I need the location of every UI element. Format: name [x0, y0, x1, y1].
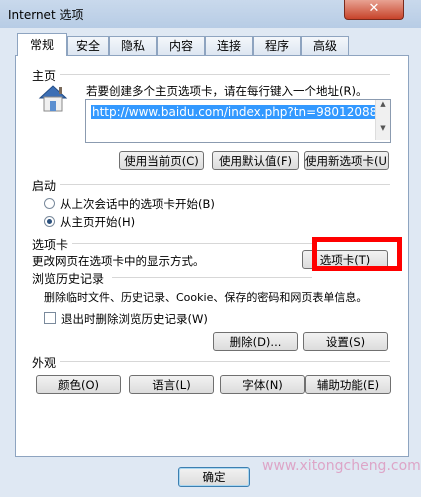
- close-button[interactable]: ✕: [344, 0, 404, 20]
- homepage-url-text: http://www.baidu.com/index.php?tn=980120…: [91, 105, 379, 119]
- divider: [112, 277, 312, 278]
- use-current-button[interactable]: 使用当前页(C): [119, 151, 204, 170]
- use-new-tab-button[interactable]: 使用新选项卡(U): [304, 151, 389, 170]
- radio-last-session[interactable]: [44, 198, 55, 209]
- appearance-heading: 外观: [32, 356, 57, 370]
- homepage-url-field[interactable]: http://www.baidu.com/index.php?tn=980120…: [85, 99, 391, 143]
- startup-heading: 启动: [32, 179, 57, 193]
- languages-button[interactable]: 语言(L): [129, 375, 214, 394]
- divider: [60, 184, 390, 185]
- use-default-button[interactable]: 使用默认值(F): [212, 151, 299, 170]
- tab-security[interactable]: 安全: [67, 36, 109, 55]
- tab-connections[interactable]: 连接: [205, 36, 253, 55]
- scroll-up-icon[interactable]: ▲: [376, 100, 390, 108]
- divider: [60, 361, 390, 362]
- delete-history-button[interactable]: 删除(D)...: [213, 332, 298, 351]
- accessibility-button[interactable]: 辅助功能(E): [305, 375, 391, 394]
- highlight-box: [312, 237, 402, 271]
- divider: [60, 74, 390, 75]
- window-title: Internet 选项: [8, 8, 84, 22]
- history-heading: 浏览历史记录: [32, 272, 105, 286]
- homepage-heading: 主页: [32, 69, 57, 83]
- tab-programs[interactable]: 程序: [253, 36, 301, 55]
- fonts-button[interactable]: 字体(N): [220, 375, 305, 394]
- close-icon: ✕: [368, 1, 380, 16]
- tab-content[interactable]: 内容: [157, 36, 205, 55]
- ok-button[interactable]: 确定: [178, 467, 250, 487]
- title-bar: Internet 选项 ✕: [0, 0, 421, 28]
- scroll-down-icon[interactable]: ▼: [376, 124, 390, 132]
- homepage-instruction: 若要创建多个主页选项卡，请在每行键入一个地址(R)。: [86, 84, 368, 98]
- url-scrollbar[interactable]: ▲ ▼: [375, 100, 390, 140]
- delete-on-exit-label[interactable]: 退出时删除浏览历史记录(W): [61, 311, 208, 327]
- house-icon: [38, 85, 68, 112]
- radio-homepage-label[interactable]: 从主页开始(H): [60, 214, 135, 230]
- radio-last-session-label[interactable]: 从上次会话中的选项卡开始(B): [60, 196, 215, 212]
- delete-on-exit-checkbox[interactable]: [44, 312, 56, 324]
- tabs-description: 更改网页在选项卡中的显示方式。: [32, 254, 205, 268]
- colors-button[interactable]: 颜色(O): [36, 375, 121, 394]
- history-description: 删除临时文件、历史记录、Cookie、保存的密码和网页表单信息。: [44, 291, 368, 304]
- watermark: www.xitongcheng.com: [262, 458, 421, 474]
- tabs-heading: 选项卡: [32, 238, 69, 252]
- history-settings-button[interactable]: 设置(S): [303, 332, 388, 351]
- tab-privacy[interactable]: 隐私: [109, 36, 157, 55]
- divider: [72, 243, 317, 244]
- tab-advanced[interactable]: 高级: [301, 36, 349, 55]
- tab-general[interactable]: 常规: [17, 33, 67, 56]
- radio-homepage[interactable]: [44, 216, 55, 227]
